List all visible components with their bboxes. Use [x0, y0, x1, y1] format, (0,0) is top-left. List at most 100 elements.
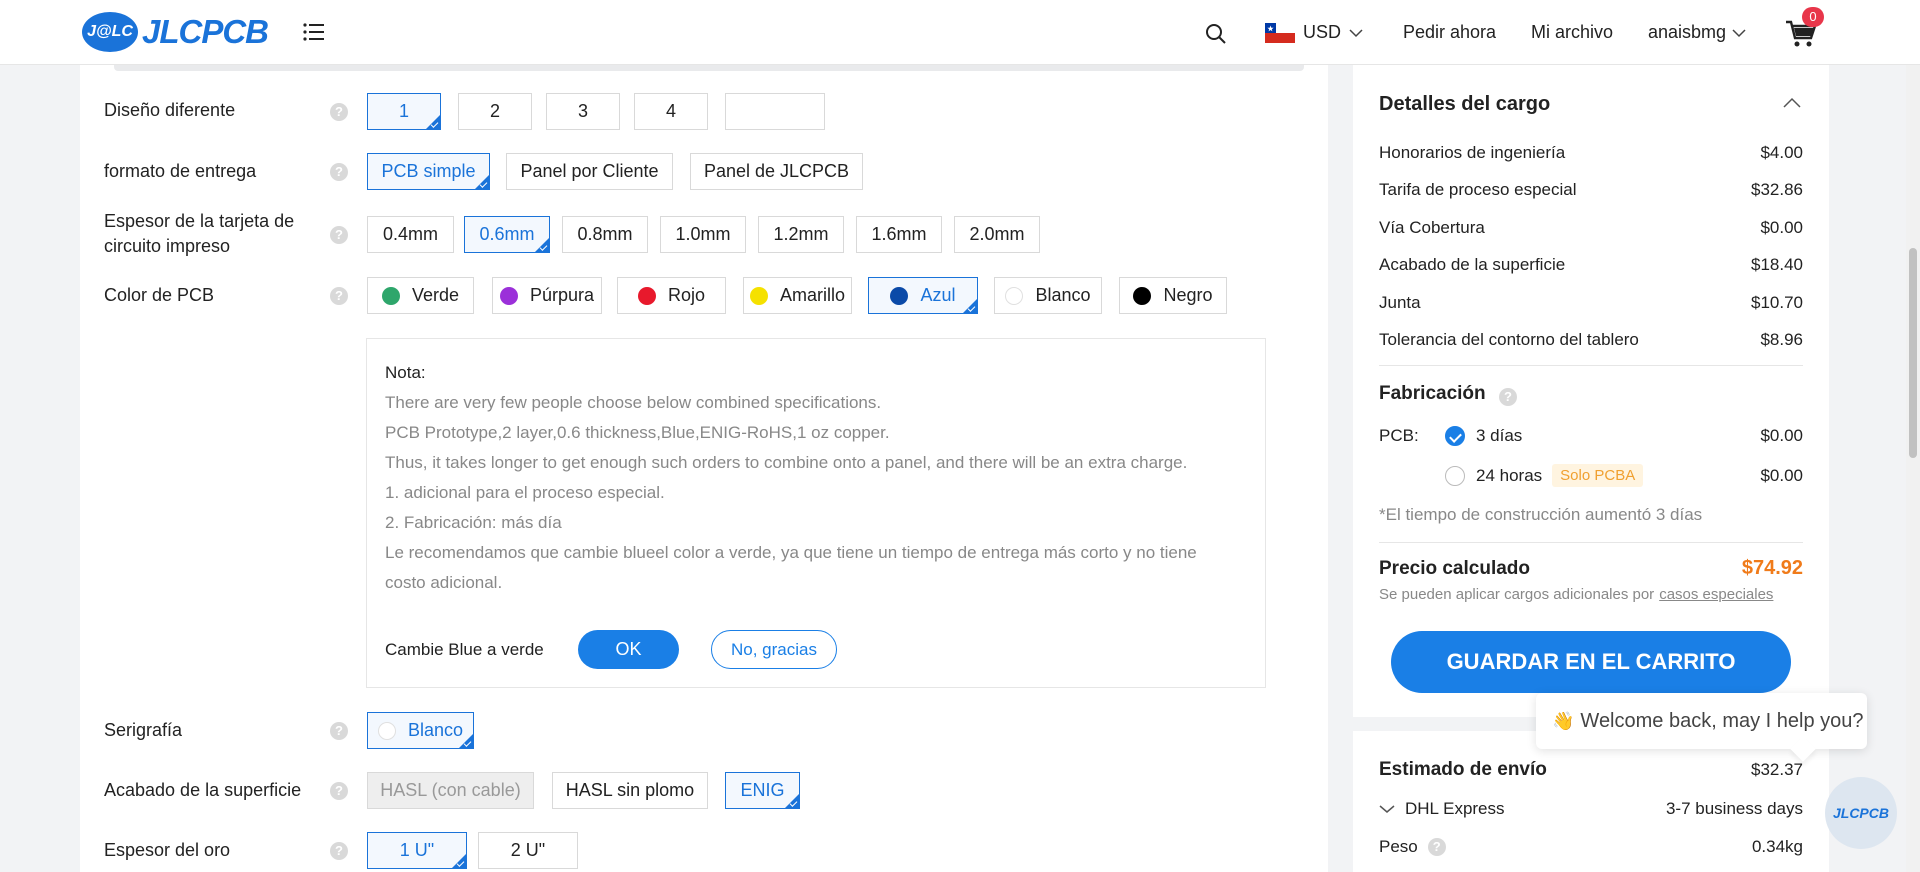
color-black[interactable]: Negro: [1119, 277, 1227, 314]
divider: [1379, 365, 1803, 366]
jlcpcb-logo[interactable]: J@LC JLCPCB: [82, 10, 269, 54]
note-line: There are very few people choose below c…: [385, 393, 882, 412]
color-label: Amarillo: [779, 285, 845, 305]
fabrication-title-text: Fabricación: [1379, 383, 1486, 404]
special-cases-link[interactable]: casos especiales: [1659, 586, 1773, 603]
search-icon[interactable]: [1204, 22, 1228, 46]
design-option-2[interactable]: 2: [458, 93, 532, 130]
color-yellow[interactable]: Amarillo: [743, 277, 852, 314]
thickness-1-2[interactable]: 1.2mm: [758, 216, 844, 253]
design-custom-input[interactable]: [725, 93, 825, 130]
delivery-single-pcb[interactable]: PCB simple: [367, 153, 490, 190]
color-label: Rojo: [667, 285, 706, 305]
color-label: Negro: [1163, 285, 1213, 305]
color-label: Verde: [411, 285, 460, 305]
color-blue[interactable]: Azul: [868, 277, 978, 314]
build-option-24h[interactable]: 24 horas Solo PCBA $0.00: [1379, 464, 1803, 487]
shipping-price: $32.37: [1751, 760, 1803, 779]
color-warning-note: Nota: There are very few people choose b…: [366, 338, 1266, 688]
calculated-price-value: $74.92: [1741, 557, 1803, 579]
wave-icon: 👋: [1552, 710, 1575, 731]
extra-charges-note: Se pueden aplicar cargos adicionales por…: [1379, 586, 1803, 603]
logo-text: JLCPCB: [142, 13, 269, 50]
help-icon[interactable]: ?: [330, 722, 348, 740]
help-icon[interactable]: ?: [330, 163, 348, 181]
charge-label: Junta: [1379, 293, 1421, 312]
thickness-1-0[interactable]: 1.0mm: [660, 216, 746, 253]
radio-selected[interactable]: [1445, 426, 1465, 446]
chevron-up-icon[interactable]: [1783, 97, 1801, 109]
delivery-panel-customer[interactable]: Panel por Cliente: [506, 153, 673, 190]
charge-row: Junta $10.70: [1379, 293, 1803, 313]
charge-value: $8.96: [1760, 330, 1803, 349]
charge-label: Vía Cobertura: [1379, 218, 1485, 237]
color-label: Azul: [920, 285, 956, 305]
note-line: costo adicional.: [385, 573, 503, 592]
gold-1u[interactable]: 1 U": [367, 832, 467, 869]
color-white[interactable]: Blanco: [994, 277, 1102, 314]
pcb-options-panel: Diseño diferente ? 1 2 3 4 formato de en…: [80, 65, 1328, 872]
design-option-3[interactable]: 3: [546, 93, 620, 130]
silkscreen-option-label: Blanco: [407, 720, 464, 740]
help-icon[interactable]: ?: [330, 103, 348, 121]
help-icon[interactable]: ?: [1427, 838, 1446, 856]
design-option-4[interactable]: 4: [634, 93, 708, 130]
color-green[interactable]: Verde: [367, 277, 474, 314]
no-thanks-button[interactable]: No, gracias: [711, 630, 837, 669]
scrollbar-thumb[interactable]: [1909, 248, 1917, 458]
save-to-cart-button[interactable]: GUARDAR EN EL CARRITO: [1391, 631, 1791, 693]
help-icon[interactable]: ?: [330, 842, 348, 860]
help-icon[interactable]: ?: [1498, 388, 1517, 406]
my-files-link[interactable]: Mi archivo: [1531, 22, 1613, 43]
thickness-1-6[interactable]: 1.6mm: [856, 216, 942, 253]
color-red[interactable]: Rojo: [617, 277, 726, 314]
help-icon[interactable]: ?: [330, 782, 348, 800]
calculated-price-label: Precio calculado: [1379, 557, 1531, 579]
black-swatch: [1133, 286, 1152, 305]
build-option-value: $0.00: [1760, 465, 1803, 485]
order-now-link[interactable]: Pedir ahora: [1403, 22, 1496, 43]
note-line: 2. Fabricación: más día: [385, 513, 562, 532]
charge-label: Acabado de la superficie: [1379, 255, 1566, 274]
chevron-down-icon: [1732, 28, 1746, 37]
finish-enig[interactable]: ENIG: [725, 772, 800, 809]
page-scrollbar[interactable]: [1906, 65, 1920, 872]
weight-label: Peso: [1379, 837, 1418, 856]
finish-hasl-leadfree[interactable]: HASL sin plomo: [552, 772, 708, 809]
logo-badge: J@LC: [82, 12, 138, 52]
chat-support-button[interactable]: JLCPCB: [1825, 777, 1897, 849]
chat-welcome-bubble[interactable]: 👋 Welcome back, may I help you?: [1536, 693, 1867, 749]
thickness-0-4[interactable]: 0.4mm: [367, 216, 454, 253]
color-purple[interactable]: Púrpura: [492, 277, 602, 314]
silkscreen-white[interactable]: Blanco: [367, 712, 474, 749]
design-option-1[interactable]: 1: [367, 93, 441, 130]
menu-list-icon[interactable]: [302, 20, 326, 44]
help-icon[interactable]: ?: [330, 287, 348, 305]
pcb-label: PCB:: [1379, 426, 1419, 445]
shipping-estimate-panel: Estimado de envío $32.37 DHL Express 3-7…: [1353, 731, 1829, 872]
note-line: PCB Prototype,2 layer,0.6 thickness,Blue…: [385, 423, 890, 442]
change-to-green-ok-button[interactable]: OK: [578, 630, 679, 669]
top-header: J@LC JLCPCB USD Pedir ahora Mi archivo a…: [0, 0, 1920, 65]
white-swatch: [1005, 286, 1024, 305]
shipping-title-row: Estimado de envío $32.37: [1379, 759, 1803, 781]
thickness-0-8[interactable]: 0.8mm: [562, 216, 648, 253]
white-swatch: [377, 721, 396, 740]
currency-selector[interactable]: USD: [1265, 22, 1363, 43]
panel-top-edge: [114, 65, 1304, 71]
change-color-label: Cambie Blue a verde: [385, 640, 544, 659]
shipping-carrier-row[interactable]: DHL Express 3-7 business days: [1379, 799, 1803, 819]
charge-value: $0.00: [1760, 218, 1803, 237]
gold-2u[interactable]: 2 U": [478, 832, 578, 869]
charge-details-panel: Detalles del cargo Honorarios de ingenie…: [1353, 65, 1829, 717]
help-icon[interactable]: ?: [330, 226, 348, 244]
cart-count-badge: 0: [1802, 7, 1824, 27]
thickness-2-0[interactable]: 2.0mm: [954, 216, 1040, 253]
chevron-down-icon[interactable]: [1379, 804, 1395, 814]
extra-charges-text: Se pueden aplicar cargos adicionales por: [1379, 586, 1655, 603]
user-menu[interactable]: anaisbmg: [1648, 22, 1746, 43]
thickness-0-6[interactable]: 0.6mm: [464, 216, 550, 253]
delivery-panel-jlcpcb[interactable]: Panel de JLCPCB: [690, 153, 863, 190]
radio-unselected[interactable]: [1445, 465, 1465, 486]
build-option-3days[interactable]: PCB: 3 días $0.00: [1379, 426, 1803, 446]
